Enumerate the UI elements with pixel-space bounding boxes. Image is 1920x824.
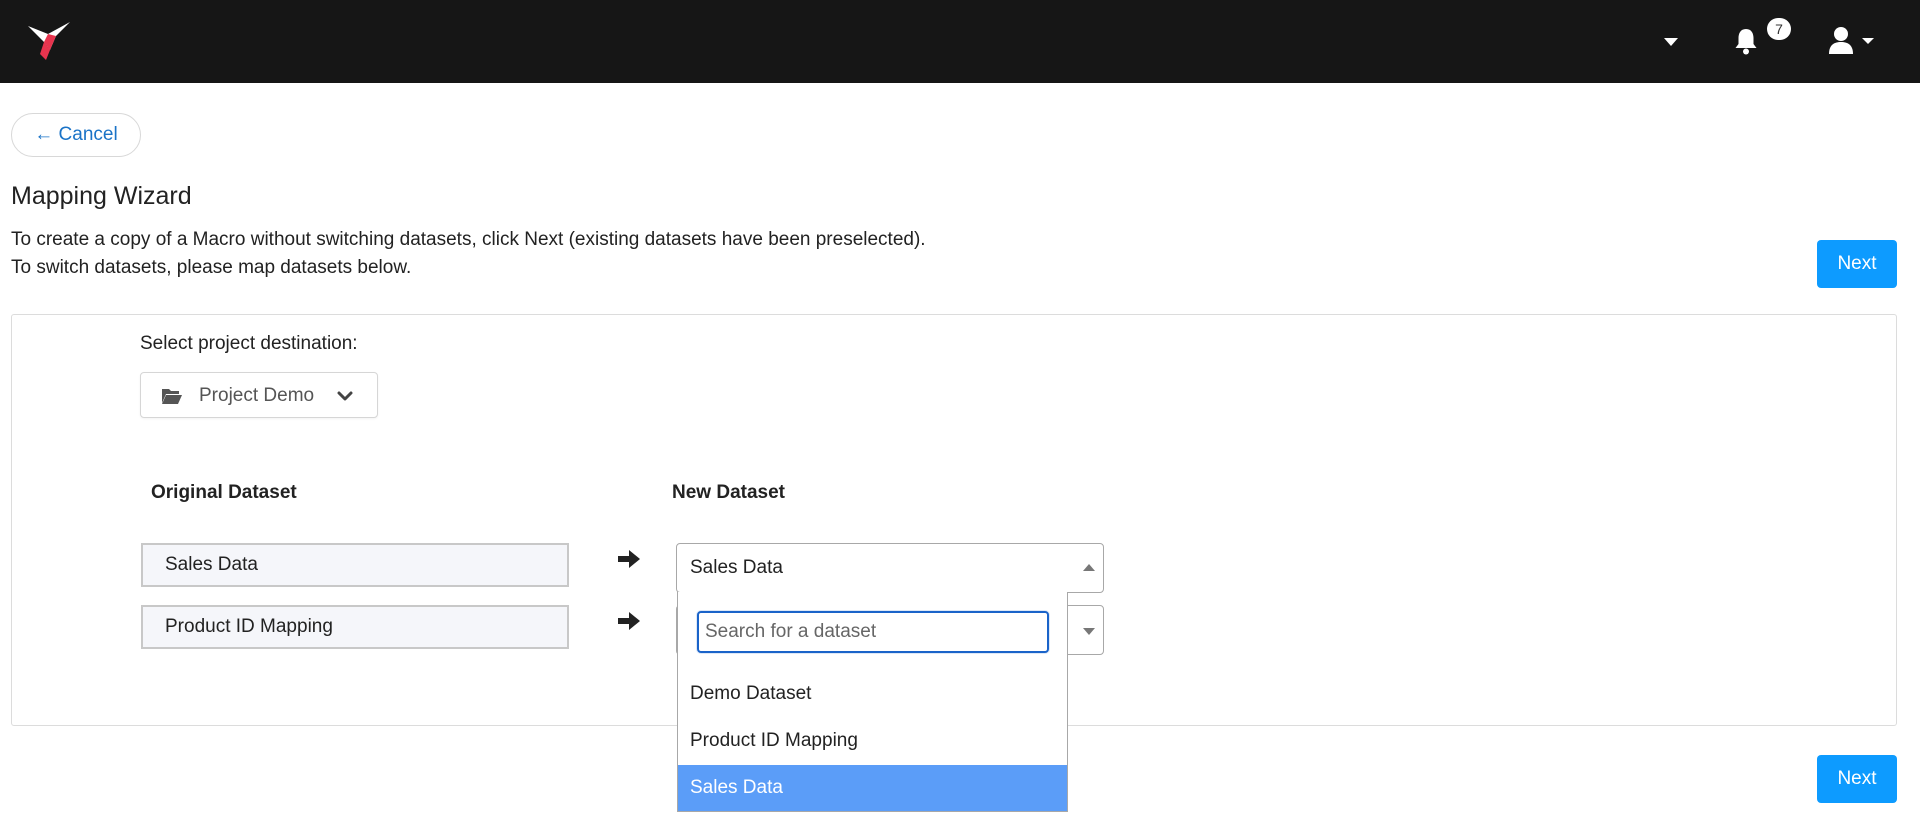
project-destination-dropdown[interactable]: Project Demo xyxy=(140,372,378,418)
bell-icon[interactable] xyxy=(1731,26,1761,56)
caret-down-icon xyxy=(1083,628,1095,635)
dataset-dropdown-menu: Demo Dataset Product ID Mapping Sales Da… xyxy=(677,592,1068,812)
project-destination-label: Select project destination: xyxy=(140,333,358,354)
description-line-2: To switch datasets, please map datasets … xyxy=(11,257,412,278)
hummingbird-logo-icon[interactable] xyxy=(26,20,74,62)
caret-up-icon xyxy=(1083,564,1095,571)
next-button-top[interactable]: Next xyxy=(1817,240,1897,288)
next-button-bottom[interactable]: Next xyxy=(1817,755,1897,803)
user-menu-icon[interactable] xyxy=(1828,26,1876,56)
dataset-search-input[interactable] xyxy=(697,611,1049,653)
notification-count-badge: 7 xyxy=(1767,18,1791,40)
new-dataset-select-value: Sales Data xyxy=(690,557,783,578)
project-destination-value: Project Demo xyxy=(199,385,315,406)
page-title: Mapping Wizard xyxy=(11,182,192,210)
dataset-option[interactable]: Product ID Mapping xyxy=(678,718,1067,764)
new-dataset-header: New Dataset xyxy=(672,482,785,503)
top-navigation-bar: 7 xyxy=(0,0,1920,83)
dataset-option-selected[interactable]: Sales Data xyxy=(678,765,1067,811)
new-dataset-select[interactable]: Sales Data xyxy=(676,543,1104,593)
cancel-button[interactable]: ← Cancel xyxy=(11,113,141,157)
arrow-right-icon xyxy=(618,612,640,630)
original-dataset-field: Sales Data xyxy=(141,543,569,587)
dataset-option[interactable]: Demo Dataset xyxy=(678,671,1067,717)
menu-caret-down-icon[interactable] xyxy=(1664,38,1678,46)
chevron-down-icon xyxy=(337,391,353,401)
description-line-1: To create a copy of a Macro without swit… xyxy=(11,229,926,250)
folder-open-icon xyxy=(162,389,182,404)
original-dataset-header: Original Dataset xyxy=(151,482,297,503)
arrow-right-icon xyxy=(618,550,640,568)
original-dataset-field: Product ID Mapping xyxy=(141,605,569,649)
